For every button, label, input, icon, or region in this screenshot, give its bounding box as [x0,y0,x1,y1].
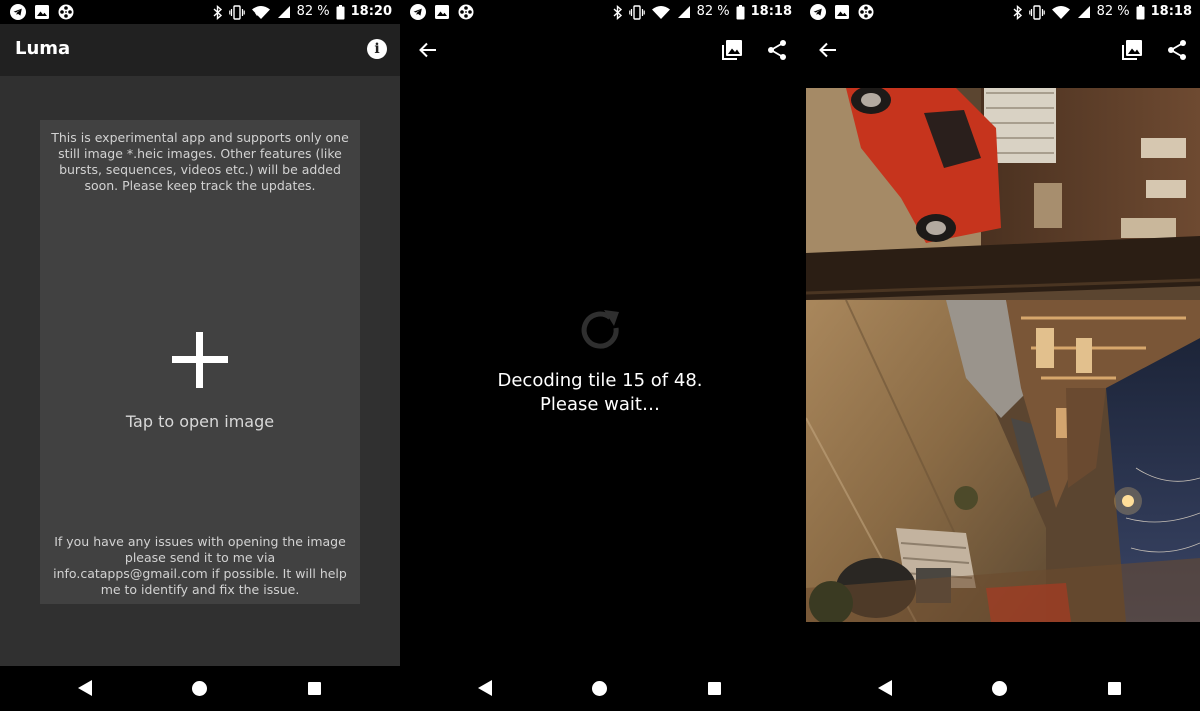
bluetooth-icon [213,4,222,20]
battery-percent: 82 % [1096,4,1130,19]
signal-icon [277,6,290,18]
telegram-icon [810,4,826,20]
nav-bar [0,666,400,711]
vibrate-icon [228,4,245,20]
wifi-icon [651,5,670,19]
share-icon[interactable] [765,38,789,62]
status-time: 18:20 [350,4,392,19]
signal-icon [677,6,690,18]
nav-home-icon[interactable] [192,681,207,696]
gallery-icon[interactable] [720,38,744,62]
status-bar: 82 % 18:18 [800,0,1200,24]
back-arrow-icon[interactable] [816,38,840,62]
info-button[interactable]: i [367,39,387,59]
status-time: 18:18 [1150,4,1192,19]
nav-back-icon[interactable] [478,680,492,696]
nav-bar [800,666,1200,711]
signal-icon [1077,6,1090,18]
status-bar: 82 % 18:20 [0,0,400,24]
bluetooth-icon [613,4,622,20]
app-bar: Luma i [0,24,400,76]
battery-percent: 82 % [696,4,730,19]
vibrate-icon [628,4,645,20]
decoding-message: Decoding tile 15 of 48. Please wait… [400,369,800,417]
vibrate-icon [1028,4,1045,20]
viewer-toolbar [400,24,800,76]
nav-back-icon[interactable] [78,680,92,696]
status-bar: 82 % 18:18 [400,0,800,24]
image-icon [435,5,449,19]
nav-home-icon[interactable] [592,681,607,696]
info-icon: i [374,41,380,57]
nav-recents-icon[interactable] [1108,682,1121,695]
tap-to-open-label: Tap to open image [125,412,275,431]
bluetooth-icon [1013,4,1022,20]
film-reel-icon [458,4,474,20]
please-wait-text: Please wait… [540,394,660,415]
nav-recents-icon[interactable] [708,682,721,695]
nav-recents-icon[interactable] [308,682,321,695]
image-icon [835,5,849,19]
telegram-icon [10,4,26,20]
share-icon[interactable] [1165,38,1189,62]
wifi-icon [1051,5,1070,19]
wifi-icon [251,5,270,19]
screen-decoding: 82 % 18:18 Decoding tile 15 of 48. Pleas… [400,0,800,711]
nav-back-icon[interactable] [878,680,892,696]
decoding-progress-text: Decoding tile 15 of 48. [497,370,703,391]
app-title: Luma [15,38,71,59]
film-reel-icon [58,4,74,20]
screen-luma-home: 82 % 18:20 Luma i This is experimental a… [0,0,400,711]
gallery-icon[interactable] [1120,38,1144,62]
nav-bar [400,666,800,711]
open-image-card[interactable]: This is experimental app and supports on… [40,120,360,604]
film-reel-icon [858,4,874,20]
image-icon [35,5,49,19]
issue-notice: If you have any issues with opening the … [53,534,347,597]
battery-icon [1136,4,1145,19]
experimental-notice: This is experimental app and supports on… [51,130,349,193]
screen-image-viewer: 82 % 18:18 [800,0,1200,711]
telegram-icon [410,4,426,20]
viewer-toolbar [800,24,1200,76]
refresh-spinner-icon [581,310,619,349]
status-time: 18:18 [750,4,792,19]
decoded-photo[interactable] [806,88,1200,622]
plus-icon[interactable] [172,332,228,388]
battery-percent: 82 % [296,4,330,19]
nav-home-icon[interactable] [992,681,1007,696]
back-arrow-icon[interactable] [416,38,440,62]
battery-icon [736,4,745,19]
battery-icon [336,4,345,19]
